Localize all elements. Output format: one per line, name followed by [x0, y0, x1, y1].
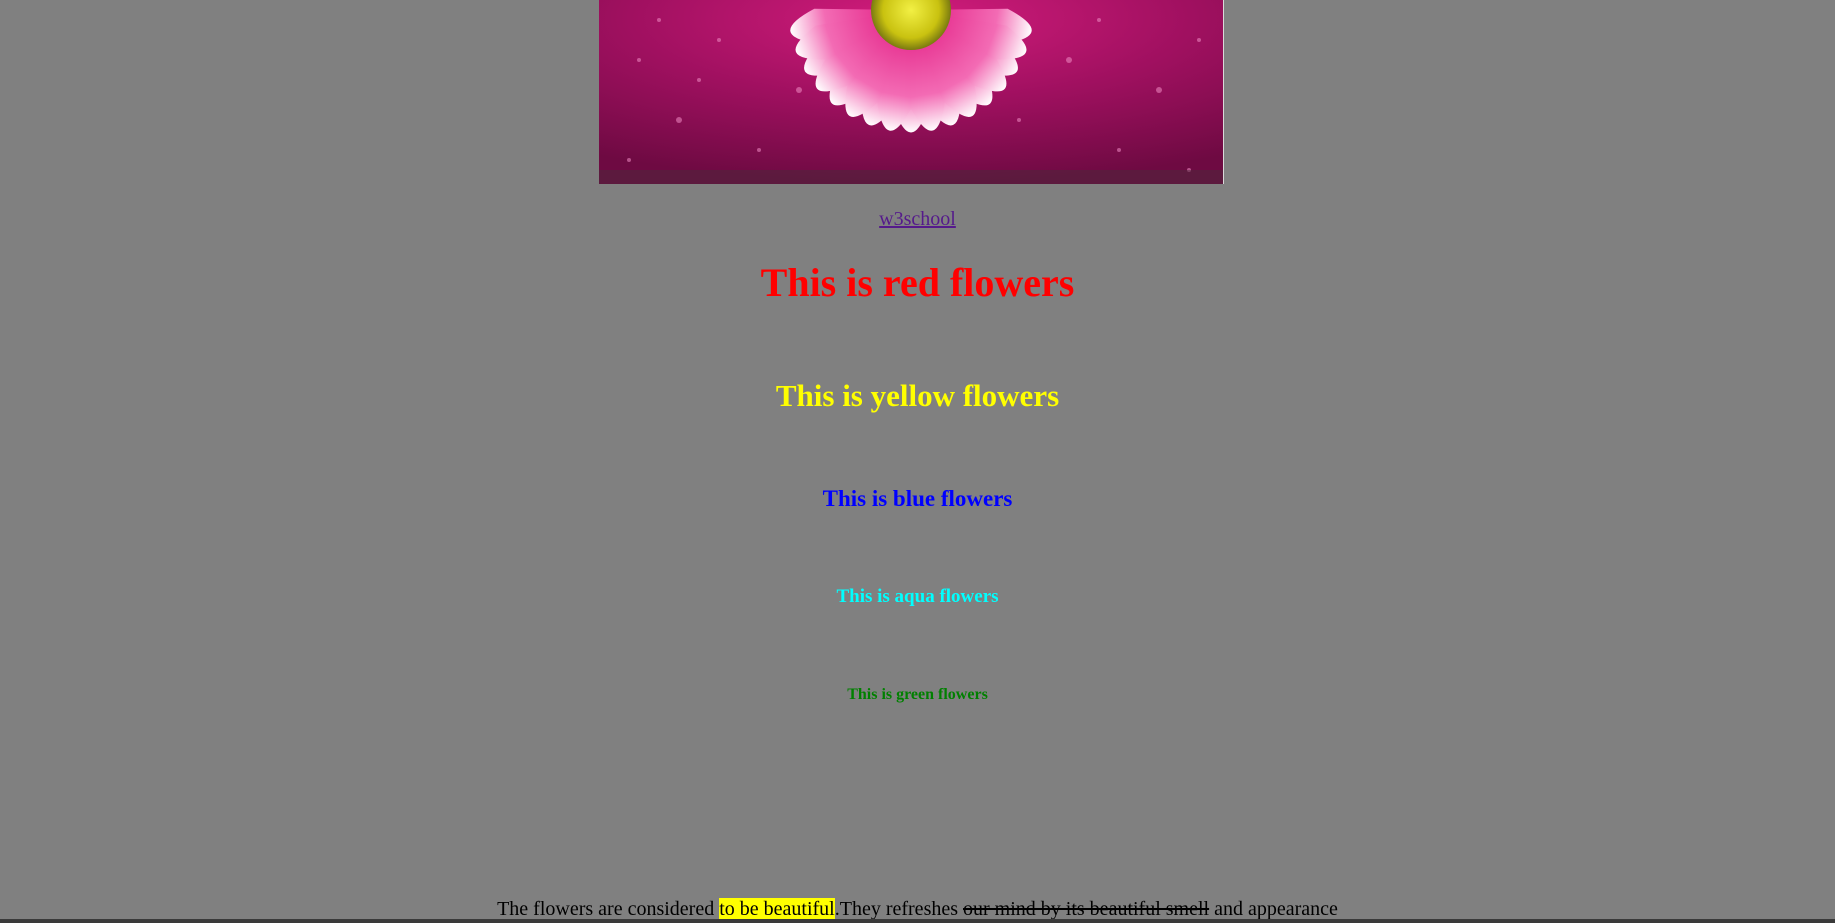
heading-yellow-flowers: This is yellow flowers	[775, 378, 1060, 413]
link-container: w3school	[0, 206, 1835, 232]
strikethrough-text: our mind by its beautiful smell	[963, 898, 1210, 920]
heading-red-flowers: This is red flowers	[760, 260, 1075, 305]
heading-blue-flowers: This is blue flowers	[822, 486, 1013, 511]
paragraph-text-2: .They refreshes	[834, 898, 964, 920]
w3school-link[interactable]: w3school	[879, 208, 956, 230]
bottom-scroll-edge	[0, 919, 1835, 923]
flower-image	[599, 0, 1224, 184]
flower-picture	[599, 0, 1223, 184]
page: w3school This is red flowers This is yel…	[0, 0, 1835, 923]
heading-green-flowers: This is green flowers	[847, 686, 988, 703]
heading-aqua-flowers: This is aqua flowers	[836, 586, 999, 607]
paragraph-text-3: and appearance	[1209, 898, 1338, 920]
paragraph-text-1: The flowers are considered	[497, 898, 720, 920]
highlighted-text: to be beautiful	[719, 898, 835, 920]
